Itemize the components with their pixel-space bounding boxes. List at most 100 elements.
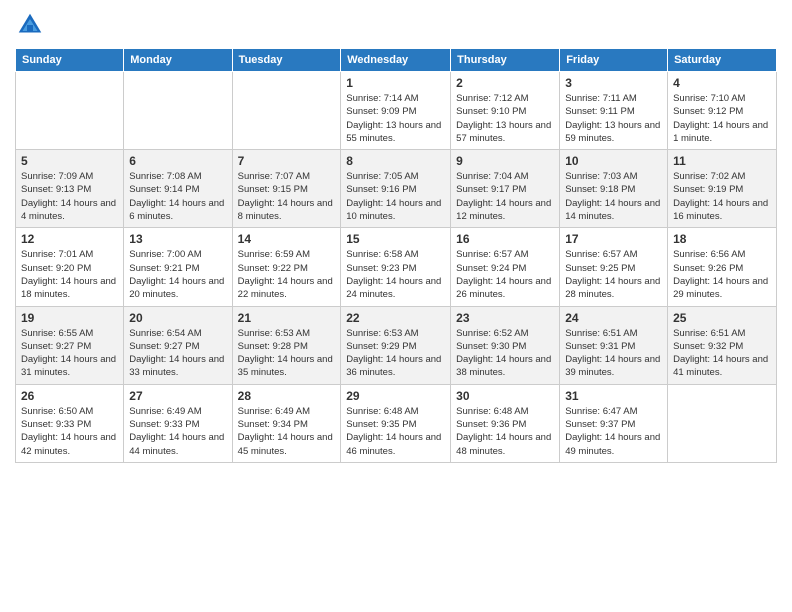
weekday-header: Monday xyxy=(124,49,232,72)
calendar-cell: 26 Sunrise: 6:50 AMSunset: 9:33 PMDayligh… xyxy=(16,384,124,462)
day-info: Sunrise: 6:57 AMSunset: 9:25 PMDaylight:… xyxy=(565,248,662,301)
day-number: 22 xyxy=(346,311,445,325)
weekday-header: Sunday xyxy=(16,49,124,72)
weekday-header: Tuesday xyxy=(232,49,341,72)
calendar-cell: 1Sunrise: 7:14 AMSunset: 9:09 PMDaylight… xyxy=(341,72,451,150)
day-number: 23 xyxy=(456,311,554,325)
day-info: Sunrise: 7:12 AMSunset: 9:10 PMDaylight:… xyxy=(456,92,554,145)
weekday-header: Wednesday xyxy=(341,49,451,72)
calendar-row: 26 Sunrise: 6:50 AMSunset: 9:33 PMDayligh… xyxy=(16,384,777,462)
calendar-table: SundayMondayTuesdayWednesdayThursdayFrid… xyxy=(15,48,777,463)
calendar-cell: 29 Sunrise: 6:48 AMSunset: 9:35 PMDayligh… xyxy=(341,384,451,462)
calendar-row: 19Sunrise: 6:55 AMSunset: 9:27 PMDayligh… xyxy=(16,306,777,384)
calendar-row: 12Sunrise: 7:01 AMSunset: 9:20 PMDayligh… xyxy=(16,228,777,306)
calendar-cell: 30 Sunrise: 6:48 AMSunset: 9:36 PMDayligh… xyxy=(451,384,560,462)
day-info: Sunrise: 7:01 AMSunset: 9:20 PMDaylight:… xyxy=(21,248,118,301)
day-info: Sunrise: 6:52 AMSunset: 9:30 PMDaylight:… xyxy=(456,327,554,380)
calendar-cell xyxy=(668,384,777,462)
day-info: Sunrise: 6:49 AMSunset: 9:33 PMDaylight:… xyxy=(129,405,226,458)
day-info: Sunrise: 6:53 AMSunset: 9:28 PMDaylight:… xyxy=(238,327,336,380)
weekday-header: Saturday xyxy=(668,49,777,72)
day-number: 29 xyxy=(346,389,445,403)
day-info: Sunrise: 6:51 AMSunset: 9:32 PMDaylight:… xyxy=(673,327,771,380)
day-number: 5 xyxy=(21,154,118,168)
weekday-header: Thursday xyxy=(451,49,560,72)
calendar-cell: 11 Sunrise: 7:02 AMSunset: 9:19 PMDayligh… xyxy=(668,150,777,228)
day-info: Sunrise: 6:50 AMSunset: 9:33 PMDaylight:… xyxy=(21,405,118,458)
calendar-cell: 18 Sunrise: 6:56 AMSunset: 9:26 PMDayligh… xyxy=(668,228,777,306)
day-number: 11 xyxy=(673,154,771,168)
calendar-cell: 23 Sunrise: 6:52 AMSunset: 9:30 PMDayligh… xyxy=(451,306,560,384)
day-info: Sunrise: 7:07 AMSunset: 9:15 PMDaylight:… xyxy=(238,170,336,223)
day-info: Sunrise: 6:53 AMSunset: 9:29 PMDaylight:… xyxy=(346,327,445,380)
day-info: Sunrise: 7:14 AMSunset: 9:09 PMDaylight:… xyxy=(346,92,445,145)
logo xyxy=(15,10,49,40)
calendar-cell xyxy=(124,72,232,150)
day-info: Sunrise: 7:00 AMSunset: 9:21 PMDaylight:… xyxy=(129,248,226,301)
day-number: 4 xyxy=(673,76,771,90)
day-info: Sunrise: 7:11 AMSunset: 9:11 PMDaylight:… xyxy=(565,92,662,145)
day-number: 3 xyxy=(565,76,662,90)
day-number: 28 xyxy=(238,389,336,403)
day-number: 18 xyxy=(673,232,771,246)
day-info: Sunrise: 6:48 AMSunset: 9:35 PMDaylight:… xyxy=(346,405,445,458)
logo-icon xyxy=(15,10,45,40)
day-info: Sunrise: 7:02 AMSunset: 9:19 PMDaylight:… xyxy=(673,170,771,223)
day-info: Sunrise: 7:09 AMSunset: 9:13 PMDaylight:… xyxy=(21,170,118,223)
calendar-cell: 12Sunrise: 7:01 AMSunset: 9:20 PMDayligh… xyxy=(16,228,124,306)
calendar-cell: 8 Sunrise: 7:05 AMSunset: 9:16 PMDaylight… xyxy=(341,150,451,228)
calendar-cell: 20Sunrise: 6:54 AMSunset: 9:27 PMDayligh… xyxy=(124,306,232,384)
calendar-cell: 13Sunrise: 7:00 AMSunset: 9:21 PMDayligh… xyxy=(124,228,232,306)
day-number: 25 xyxy=(673,311,771,325)
day-number: 2 xyxy=(456,76,554,90)
calendar-cell: 2 Sunrise: 7:12 AMSunset: 9:10 PMDaylight… xyxy=(451,72,560,150)
day-info: Sunrise: 6:49 AMSunset: 9:34 PMDaylight:… xyxy=(238,405,336,458)
header xyxy=(15,10,777,40)
page: SundayMondayTuesdayWednesdayThursdayFrid… xyxy=(0,0,792,612)
day-number: 7 xyxy=(238,154,336,168)
day-info: Sunrise: 7:03 AMSunset: 9:18 PMDaylight:… xyxy=(565,170,662,223)
weekday-header: Friday xyxy=(560,49,668,72)
day-number: 21 xyxy=(238,311,336,325)
day-number: 31 xyxy=(565,389,662,403)
calendar-cell: 19Sunrise: 6:55 AMSunset: 9:27 PMDayligh… xyxy=(16,306,124,384)
calendar-cell: 15 Sunrise: 6:58 AMSunset: 9:23 PMDayligh… xyxy=(341,228,451,306)
day-number: 14 xyxy=(238,232,336,246)
day-info: Sunrise: 6:57 AMSunset: 9:24 PMDaylight:… xyxy=(456,248,554,301)
day-number: 10 xyxy=(565,154,662,168)
day-number: 15 xyxy=(346,232,445,246)
calendar-cell: 28 Sunrise: 6:49 AMSunset: 9:34 PMDayligh… xyxy=(232,384,341,462)
day-info: Sunrise: 6:59 AMSunset: 9:22 PMDaylight:… xyxy=(238,248,336,301)
calendar-cell: 25 Sunrise: 6:51 AMSunset: 9:32 PMDayligh… xyxy=(668,306,777,384)
day-number: 30 xyxy=(456,389,554,403)
day-info: Sunrise: 6:48 AMSunset: 9:36 PMDaylight:… xyxy=(456,405,554,458)
day-info: Sunrise: 7:05 AMSunset: 9:16 PMDaylight:… xyxy=(346,170,445,223)
day-info: Sunrise: 6:56 AMSunset: 9:26 PMDaylight:… xyxy=(673,248,771,301)
day-info: Sunrise: 7:10 AMSunset: 9:12 PMDaylight:… xyxy=(673,92,771,145)
day-number: 8 xyxy=(346,154,445,168)
day-info: Sunrise: 7:08 AMSunset: 9:14 PMDaylight:… xyxy=(129,170,226,223)
day-number: 9 xyxy=(456,154,554,168)
calendar-cell: 17 Sunrise: 6:57 AMSunset: 9:25 PMDayligh… xyxy=(560,228,668,306)
day-number: 16 xyxy=(456,232,554,246)
calendar-header-row: SundayMondayTuesdayWednesdayThursdayFrid… xyxy=(16,49,777,72)
calendar-cell: 24Sunrise: 6:51 AMSunset: 9:31 PMDayligh… xyxy=(560,306,668,384)
calendar-cell: 21 Sunrise: 6:53 AMSunset: 9:28 PMDayligh… xyxy=(232,306,341,384)
calendar-cell: 31Sunrise: 6:47 AMSunset: 9:37 PMDayligh… xyxy=(560,384,668,462)
day-number: 6 xyxy=(129,154,226,168)
day-info: Sunrise: 6:58 AMSunset: 9:23 PMDaylight:… xyxy=(346,248,445,301)
calendar-row: 5 Sunrise: 7:09 AMSunset: 9:13 PMDaylight… xyxy=(16,150,777,228)
calendar-cell: 5 Sunrise: 7:09 AMSunset: 9:13 PMDaylight… xyxy=(16,150,124,228)
calendar-cell xyxy=(232,72,341,150)
day-info: Sunrise: 6:51 AMSunset: 9:31 PMDaylight:… xyxy=(565,327,662,380)
calendar-cell: 22 Sunrise: 6:53 AMSunset: 9:29 PMDayligh… xyxy=(341,306,451,384)
calendar-cell: 27Sunrise: 6:49 AMSunset: 9:33 PMDayligh… xyxy=(124,384,232,462)
calendar-cell xyxy=(16,72,124,150)
calendar-cell: 10 Sunrise: 7:03 AMSunset: 9:18 PMDayligh… xyxy=(560,150,668,228)
calendar-cell: 4 Sunrise: 7:10 AMSunset: 9:12 PMDaylight… xyxy=(668,72,777,150)
calendar-cell: 7 Sunrise: 7:07 AMSunset: 9:15 PMDaylight… xyxy=(232,150,341,228)
day-number: 26 xyxy=(21,389,118,403)
calendar-row: 1Sunrise: 7:14 AMSunset: 9:09 PMDaylight… xyxy=(16,72,777,150)
calendar-cell: 14 Sunrise: 6:59 AMSunset: 9:22 PMDayligh… xyxy=(232,228,341,306)
day-number: 17 xyxy=(565,232,662,246)
